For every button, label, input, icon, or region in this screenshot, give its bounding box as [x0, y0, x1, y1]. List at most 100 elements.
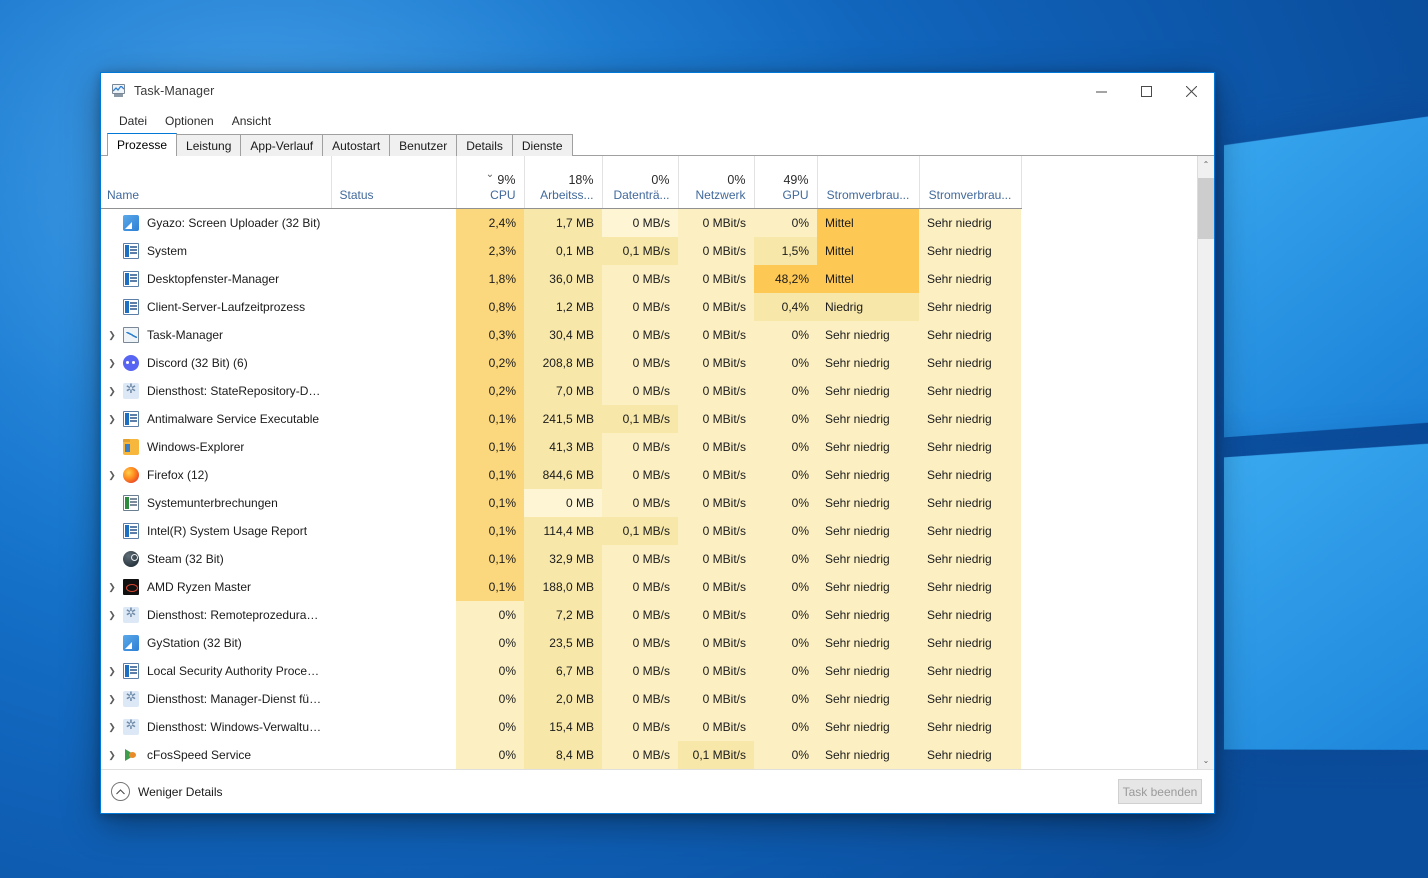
column-header-status[interactable]: Status	[331, 156, 457, 209]
cell-name[interactable]: ❯ Diensthost: Windows-Verwaltun...	[101, 712, 331, 741]
table-row[interactable]: ❯GyStation (32 Bit)0%23,5 MB0 MB/s0 MBit…	[101, 628, 1021, 657]
cell-name[interactable]: ❯ cFosSpeed Service	[101, 740, 331, 769]
sort-indicator-icon: ⌄	[485, 169, 495, 180]
cell-name[interactable]: ❯ Systemunterbrechungen	[101, 488, 331, 517]
cell-name[interactable]: ❯ Client-Server-Laufzeitprozess	[101, 292, 331, 321]
column-header-disk[interactable]: 0% Datenträ...	[602, 156, 679, 209]
process-name-label: Windows-Explorer	[147, 439, 245, 454]
expand-chevron-icon[interactable]: ❯	[101, 405, 123, 433]
cell-memory: 41,3 MB	[524, 432, 602, 461]
table-row[interactable]: ❯ Diensthost: StateRepository-Die... 0,2%7…	[101, 376, 1021, 405]
tab-leistung[interactable]: Leistung	[176, 134, 242, 156]
column-header-memory[interactable]: 18% Arbeitss...	[524, 156, 603, 209]
process-name-label: System	[147, 243, 188, 258]
menu-item-ansicht[interactable]: Ansicht	[223, 112, 280, 131]
cell-name[interactable]: ❯ Windows-Explorer	[101, 432, 331, 461]
table-row[interactable]: ❯ Local Security Authority Process... 0% 6,…	[101, 656, 1021, 685]
cell-name[interactable]: ❯ Diensthost: Remoteprozedurauf...	[101, 600, 331, 629]
cell-name[interactable]: ❯ Discord (32 Bit) (6)	[101, 348, 331, 377]
cell-name[interactable]: ❯ Firefox (12)	[101, 460, 331, 489]
tab-prozesse[interactable]: Prozesse	[107, 133, 178, 157]
cell-power2: Sehr niedrig	[919, 460, 1021, 489]
tab-details[interactable]: Details	[456, 134, 513, 156]
cell-gpu: 0%	[754, 544, 817, 573]
table-row[interactable]: ❯Diensthost: Remoteprozedurauf...0%7,2 M…	[101, 600, 1021, 629]
windows-service-icon	[123, 298, 139, 315]
cell-status	[331, 432, 456, 461]
table-row[interactable]: ❯ Gyazo: Screen Uploader (32 Bit) 2,4%1,7 …	[101, 208, 1021, 237]
menu-item-optionen[interactable]: Optionen	[156, 112, 223, 131]
cell-name[interactable]: ❯ Task-Manager	[101, 320, 331, 349]
scrollbar-track[interactable]	[1198, 173, 1214, 752]
column-header-power[interactable]: Stromverbrau...	[817, 156, 920, 209]
column-header-name[interactable]: Name	[101, 156, 332, 209]
cell-name[interactable]: ❯ System	[101, 236, 331, 265]
minimize-button[interactable]	[1079, 73, 1124, 109]
cell-status	[331, 348, 456, 377]
table-row[interactable]: ❯ System 2,3%0,1 MB0,1 MB/s0 MBit/s1,5%Mit…	[101, 236, 1021, 265]
process-name-label: Client-Server-Laufzeitprozess	[147, 299, 306, 314]
table-row[interactable]: ❯ Windows-Explorer 0,1%41,3 MB0 MB/s0 MBit…	[101, 432, 1021, 461]
cell-memory: 8,4 MB	[524, 740, 602, 769]
end-task-button[interactable]: Task beenden	[1118, 779, 1202, 804]
column-header-network[interactable]: 0% Netzwerk	[678, 156, 755, 209]
less-details-button[interactable]: Weniger Details	[111, 782, 222, 801]
cell-network: 0 MBit/s	[678, 600, 754, 629]
table-row[interactable]: ❯ AMD Ryzen Master 0,1% 188,0 MB 0 MB/s 0 MBi…	[101, 572, 1021, 601]
cell-name[interactable]: ❯ Antimalware Service Executable	[101, 404, 331, 433]
table-row[interactable]: ❯ Intel(R) System Usage Report 0,1%114,4 M…	[101, 516, 1021, 545]
table-row[interactable]: ❯ Steam (32 Bit) 0,1%32,9 MB0 MB/s0 MBit/s…	[101, 544, 1021, 573]
column-header-cpu[interactable]: ⌄ 9% CPU	[456, 156, 525, 209]
expand-chevron-icon[interactable]: ❯	[101, 573, 123, 601]
cell-disk: 0 MB/s	[602, 348, 678, 377]
tab-autostart[interactable]: Autostart	[322, 134, 391, 156]
table-row[interactable]: ❯ Client-Server-Laufzeitprozess 0,8%1,2 MB…	[101, 292, 1021, 321]
vertical-scrollbar[interactable]: ⌃ ⌄	[1197, 156, 1214, 769]
column-header-gpu[interactable]: 49% GPU	[754, 156, 818, 209]
cell-name[interactable]: ❯ Steam (32 Bit)	[101, 544, 331, 573]
cell-gpu: 0%	[754, 348, 817, 377]
cell-name[interactable]: ❯ Diensthost: Manager-Dienst für ...	[101, 684, 331, 713]
maximize-button[interactable]	[1124, 73, 1169, 109]
cell-power2: Sehr niedrig	[919, 544, 1021, 573]
table-row[interactable]: ❯Diensthost: Windows-Verwaltun...0%15,4 …	[101, 712, 1021, 741]
table-row[interactable]: ❯ Discord (32 Bit) (6) 0,2% 208,8 MB 0 MB/s 0…	[101, 348, 1021, 377]
cell-status	[331, 488, 456, 517]
table-row[interactable]: ❯ Task-Manager 0,3% 30,4 MB 0 MB/s 0 MBit/s 0%…	[101, 320, 1021, 349]
close-button[interactable]	[1169, 73, 1214, 109]
table-row[interactable]: ❯ cFosSpeed Service 0% 8,4 MB 0 MB/s 0,1 MBit…	[101, 740, 1021, 769]
table-row[interactable]: ❯ Systemunterbrechungen 0,1%0 MB0 MB/s0 MB…	[101, 488, 1021, 517]
expand-chevron-icon[interactable]: ❯	[101, 685, 123, 713]
tab-app-verlauf[interactable]: App-Verlauf	[240, 134, 324, 156]
table-row[interactable]: ❯ Antimalware Service Executable 0,1% 241,5…	[101, 404, 1021, 433]
table-row[interactable]: ❯ Desktopfenster-Manager 1,8%36,0 MB0 MB/s…	[101, 264, 1021, 293]
cell-name[interactable]: ❯ GyStation (32 Bit)	[101, 628, 331, 657]
scroll-up-button[interactable]: ⌃	[1198, 156, 1214, 173]
expand-chevron-icon[interactable]: ❯	[101, 321, 123, 349]
tab-benutzer[interactable]: Benutzer	[389, 134, 458, 156]
expand-spacer: ❯	[101, 517, 123, 545]
table-row[interactable]: ❯Diensthost: Manager-Dienst für ...0%2,0…	[101, 684, 1021, 713]
cell-name[interactable]: ❯ Gyazo: Screen Uploader (32 Bit)	[101, 208, 331, 237]
expand-chevron-icon[interactable]: ❯	[101, 713, 123, 741]
cell-name[interactable]: ❯ Desktopfenster-Manager	[101, 264, 331, 293]
scroll-down-button[interactable]: ⌄	[1198, 752, 1214, 769]
expand-chevron-icon[interactable]: ❯	[101, 377, 123, 405]
table-row[interactable]: ❯ Firefox (12) 0,1% 844,6 MB 0 MB/s 0 MBit/s 0…	[101, 460, 1021, 489]
expand-chevron-icon[interactable]: ❯	[101, 349, 123, 377]
cell-name[interactable]: ❯ Local Security Authority Process...	[101, 656, 331, 685]
title-bar[interactable]: Task-Manager	[101, 73, 1214, 109]
expand-chevron-icon[interactable]: ❯	[101, 601, 123, 629]
cell-name[interactable]: ❯ AMD Ryzen Master	[101, 572, 331, 601]
tab-dienste[interactable]: Dienste	[511, 134, 573, 156]
cell-name[interactable]: ❯ Intel(R) System Usage Report	[101, 516, 331, 545]
column-header-power2[interactable]: Stromverbrau...	[919, 156, 1022, 209]
expand-chevron-icon[interactable]: ❯	[101, 657, 123, 685]
expand-chevron-icon[interactable]: ❯	[101, 741, 123, 769]
scrollbar-thumb[interactable]	[1198, 178, 1214, 239]
expand-chevron-icon[interactable]: ❯	[101, 461, 123, 489]
cell-memory: 7,2 MB	[524, 600, 602, 629]
menu-item-datei[interactable]: Datei	[110, 112, 156, 131]
cell-name[interactable]: ❯ Diensthost: StateRepository-Die...	[101, 376, 331, 405]
cell-status	[331, 628, 456, 657]
